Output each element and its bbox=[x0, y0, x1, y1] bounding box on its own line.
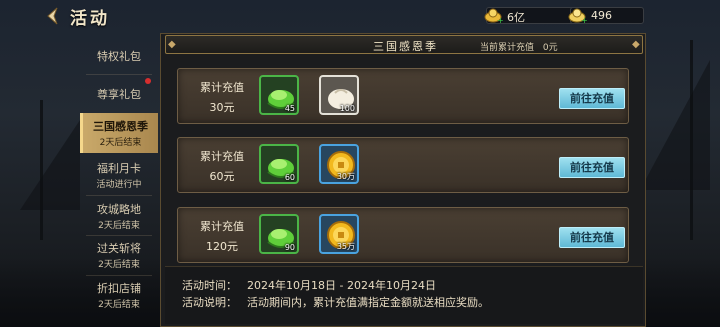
svg-text:+: + bbox=[497, 16, 503, 25]
back-arrow-icon[interactable] bbox=[43, 6, 63, 26]
reward-item[interactable]: 45 bbox=[259, 75, 299, 115]
reward-qty: 60 bbox=[284, 173, 295, 182]
activity-time-value: 2024年10月18日 - 2024年10月24日 bbox=[247, 279, 436, 292]
tab-discount-shop[interactable]: 折扣店铺 2天后结束 bbox=[80, 275, 158, 315]
activity-time-label: 活动时间： bbox=[182, 279, 237, 292]
tier-label: 累计充值 bbox=[200, 220, 244, 233]
reward-qty: 45 bbox=[284, 104, 295, 113]
activity-panel: ◆ 三国感恩季 当前累计充值 0元 ◆ 累计充值 30元 45 100 前往充值 bbox=[160, 33, 646, 327]
reward-qty: 30万 bbox=[336, 172, 355, 181]
svg-text:+: + bbox=[581, 16, 587, 25]
tab-privilege-pack[interactable]: 特权礼包 bbox=[80, 36, 158, 76]
ship-mast-shape bbox=[40, 100, 43, 240]
tab-label: 攻城略地 bbox=[97, 203, 141, 216]
currency-gold[interactable]: + 6亿 bbox=[484, 7, 578, 25]
reward-qty: 90 bbox=[284, 243, 295, 252]
ship-sail-shape bbox=[640, 60, 710, 190]
tier-amount: 60元 bbox=[209, 170, 235, 183]
tab-stage-challenge[interactable]: 过关斩将 2天后结束 bbox=[80, 235, 158, 275]
reward-item[interactable]: 35万 bbox=[319, 214, 359, 254]
go-recharge-button[interactable]: 前往充值 bbox=[559, 227, 625, 248]
top-bar: 活动 + 6亿 + 496 bbox=[0, 0, 720, 32]
tab-exclusive-pack[interactable]: 尊享礼包 bbox=[80, 74, 158, 114]
go-recharge-button[interactable]: 前往充值 bbox=[559, 157, 625, 178]
ornament-right-icon: ◆ bbox=[632, 39, 640, 50]
notification-dot bbox=[145, 78, 151, 84]
panel-header: ◆ 三国感恩季 当前累计充值 0元 ◆ bbox=[165, 35, 643, 54]
recharge-tier-card: 累计充值 60元 60 30万 前往充值 bbox=[177, 137, 629, 193]
tab-label: 过关斩将 bbox=[97, 242, 141, 255]
tab-label: 福利月卡 bbox=[97, 162, 141, 175]
tab-siege[interactable]: 攻城略地 2天后结束 bbox=[80, 196, 158, 236]
activity-desc-row: 活动说明： 活动期间内，累计充值满指定金额就送相应奖励。 bbox=[182, 294, 489, 310]
current-total-value: 0元 bbox=[542, 43, 558, 53]
reward-item[interactable]: 30万 bbox=[319, 144, 359, 184]
tab-label: 三国感恩季 bbox=[93, 120, 148, 133]
gold-ingot-icon: + bbox=[484, 8, 503, 25]
tab-sublabel: 活动进行中 bbox=[96, 180, 142, 190]
tab-label: 特权礼包 bbox=[97, 50, 141, 63]
ornament-left-icon: ◆ bbox=[168, 39, 176, 50]
tier-label: 累计充值 bbox=[200, 150, 244, 163]
activity-sidebar: 特权礼包 尊享礼包 三国感恩季 2天后结束 福利月卡 活动进行中 攻城略地 2天… bbox=[80, 36, 158, 327]
reward-item[interactable]: 60 bbox=[259, 144, 299, 184]
activity-info: 活动时间： 2024年10月18日 - 2024年10月24日 活动说明： 活动期间… bbox=[165, 266, 643, 324]
tab-label: 折扣店铺 bbox=[97, 282, 141, 295]
reward-qty: 35万 bbox=[336, 242, 355, 251]
panel-title: 三国感恩季 bbox=[373, 40, 438, 53]
reward-qty: 100 bbox=[339, 104, 355, 113]
tab-sublabel: 2天后结束 bbox=[98, 300, 140, 310]
tab-sublabel: 2天后结束 bbox=[99, 138, 142, 148]
tab-sublabel: 2天后结束 bbox=[98, 260, 140, 270]
reward-item[interactable]: 100 bbox=[319, 75, 359, 115]
current-total: 当前累计充值 0元 bbox=[480, 40, 558, 53]
ship-mast-shape bbox=[690, 40, 693, 240]
silver-ingot-icon: + bbox=[568, 8, 587, 25]
activity-desc-label: 活动说明： bbox=[182, 296, 237, 309]
silver-value: 496 bbox=[591, 9, 612, 22]
go-recharge-button[interactable]: 前往充值 bbox=[559, 88, 625, 109]
page-title: 活动 bbox=[70, 9, 110, 29]
tab-sublabel: 2天后结束 bbox=[98, 221, 140, 231]
activity-desc-value: 活动期间内，累计充值满指定金额就送相应奖励。 bbox=[247, 296, 489, 309]
current-total-label: 当前累计充值 bbox=[480, 43, 535, 53]
tier-amount: 30元 bbox=[209, 101, 235, 114]
recharge-tier-card: 累计充值 30元 45 100 前往充值 bbox=[177, 68, 629, 124]
activity-time-row: 活动时间： 2024年10月18日 - 2024年10月24日 bbox=[182, 277, 436, 293]
tier-label: 累计充值 bbox=[200, 81, 244, 94]
tier-amount: 120元 bbox=[206, 240, 238, 253]
reward-item[interactable]: 90 bbox=[259, 214, 299, 254]
tab-thanksgiving-season[interactable]: 三国感恩季 2天后结束 bbox=[80, 113, 158, 153]
currency-silver[interactable]: + 496 bbox=[568, 7, 644, 25]
tab-monthly-card[interactable]: 福利月卡 活动进行中 bbox=[80, 155, 158, 195]
recharge-tier-card: 累计充值 120元 90 35万 前往充值 bbox=[177, 207, 629, 263]
ship-sail-shape bbox=[20, 120, 80, 210]
gold-value: 6亿 bbox=[507, 11, 525, 24]
tab-label: 尊享礼包 bbox=[97, 88, 141, 101]
